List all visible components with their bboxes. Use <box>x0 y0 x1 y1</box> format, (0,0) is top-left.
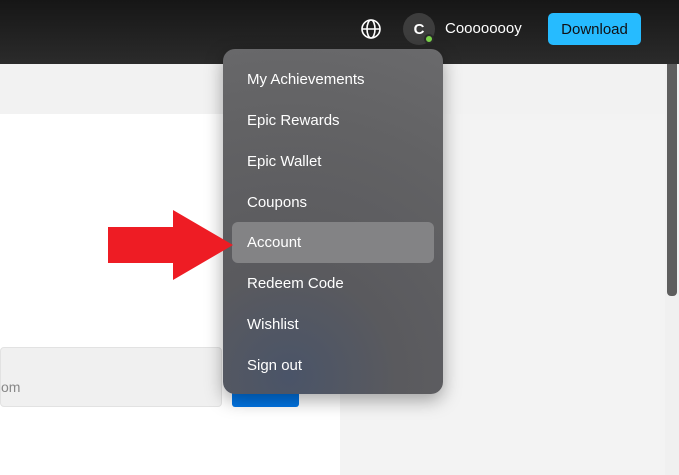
menu-item-my-achievements[interactable]: My Achievements <box>232 59 434 100</box>
account-dropdown-menu: My Achievements Epic Rewards Epic Wallet… <box>223 49 443 394</box>
avatar-initial: C <box>413 20 425 38</box>
menu-item-sign-out[interactable]: Sign out <box>232 345 434 386</box>
menu-item-epic-wallet[interactable]: Epic Wallet <box>232 141 434 182</box>
username-label[interactable]: Coooooooy <box>445 20 522 37</box>
red-arrow-annotation <box>108 210 233 280</box>
email-field[interactable]: om <box>0 347 222 407</box>
email-field-value: om <box>1 379 21 395</box>
menu-item-account[interactable]: Account <box>232 222 434 263</box>
online-status-dot <box>424 34 434 44</box>
avatar[interactable]: C <box>403 13 435 45</box>
globe-icon[interactable] <box>359 17 383 41</box>
menu-item-epic-rewards[interactable]: Epic Rewards <box>232 100 434 141</box>
menu-item-redeem-code[interactable]: Redeem Code <box>232 263 434 304</box>
scrollbar[interactable] <box>665 64 679 475</box>
download-button[interactable]: Download <box>548 13 641 45</box>
menu-item-wishlist[interactable]: Wishlist <box>232 304 434 345</box>
menu-item-coupons[interactable]: Coupons <box>232 182 434 223</box>
scrollbar-thumb[interactable] <box>667 64 677 296</box>
